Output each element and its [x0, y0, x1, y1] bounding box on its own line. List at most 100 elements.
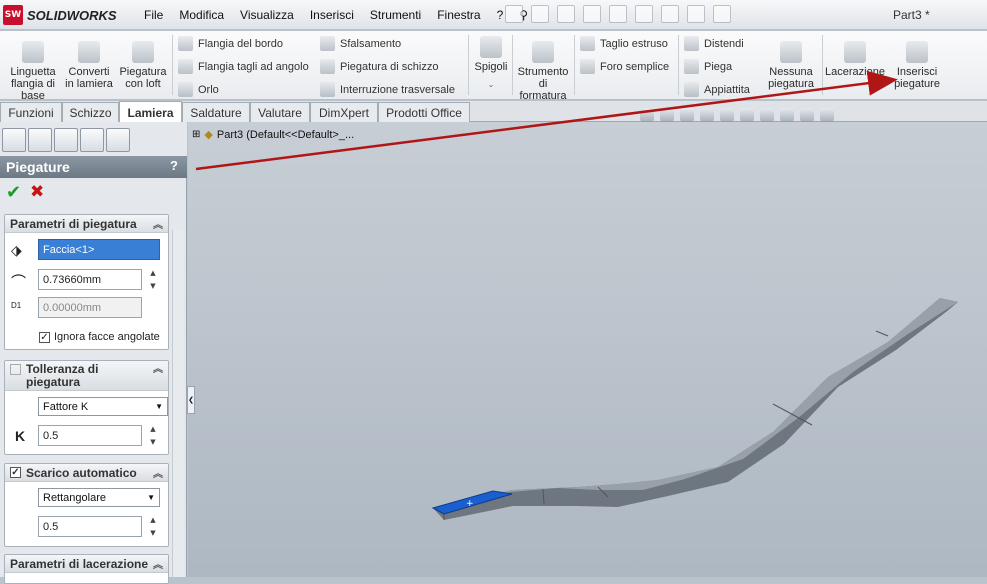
spigoli-dropdown-icon[interactable]: ⌄ [472, 79, 510, 91]
collapse-icon[interactable]: ︽ [153, 465, 163, 480]
distendi-button[interactable]: Distendi [684, 36, 744, 51]
tab-dimxpert[interactable]: DimXpert [310, 102, 378, 122]
configuration-manager-tab-icon[interactable] [54, 128, 78, 152]
relief-type-select[interactable]: Rettangolare ▼ [38, 488, 160, 507]
tab-prodotti-office[interactable]: Prodotti Office [378, 102, 470, 122]
flangia-bordo-button[interactable]: Flangia del bordo [178, 36, 283, 51]
panel-scrollbar[interactable] [172, 230, 184, 577]
rip-parameters-group: Parametri di lacerazione ︽ [4, 554, 169, 584]
relief-ratio-spinner[interactable]: ▲ ▼ [147, 516, 159, 537]
print-icon[interactable] [583, 5, 601, 23]
tab-valutare[interactable]: Valutare [250, 102, 310, 122]
nessuna-piegatura-button[interactable]: Nessuna piegatura [762, 41, 820, 90]
orlo-button[interactable]: Orlo [178, 82, 219, 97]
strumento-formatura-button[interactable]: Strumento di formatura [515, 41, 571, 102]
section-view-icon[interactable] [700, 108, 714, 122]
save-icon[interactable] [557, 5, 575, 23]
edge-flange-icon [178, 36, 193, 51]
cancel-icon[interactable]: ✖ [30, 182, 44, 202]
foro-semplice-button[interactable]: Foro semplice [580, 59, 669, 74]
title-bar: SW SOLIDWORKS File Modifica Visualizza I… [0, 0, 987, 30]
property-manager-tab-icon[interactable] [28, 128, 52, 152]
lofted-bend-icon [132, 41, 154, 63]
view-orientation-icon[interactable] [720, 108, 734, 122]
appiattita-button[interactable]: Appiattita [684, 82, 750, 97]
auto-relief-checkbox[interactable]: ✓ [10, 467, 21, 478]
ignore-beveled-faces-checkbox[interactable]: ✓ [39, 332, 50, 343]
collapse-icon[interactable]: ︽ [153, 216, 163, 231]
part-model[interactable]: + [188, 122, 987, 577]
view-settings-icon[interactable] [820, 108, 834, 122]
bend-radius-spinner[interactable]: ▲ ▼ [147, 269, 159, 290]
collapse-icon[interactable]: ︽ [153, 363, 163, 376]
panel-collapse-handle[interactable]: ❮ [187, 386, 195, 414]
fold-icon [684, 59, 699, 74]
previous-view-icon[interactable] [680, 108, 694, 122]
undo-icon[interactable] [609, 5, 627, 23]
taglio-estruso-button[interactable]: Taglio estruso [580, 36, 668, 51]
help-icon[interactable]: ? [170, 158, 178, 173]
piegatura-loft-button[interactable]: Piegatura con loft [116, 41, 170, 90]
feature-manager-tab-icon[interactable] [2, 128, 26, 152]
converti-lamiera-button[interactable]: Converti in lamiera [64, 41, 114, 90]
panel-title: Piegature [6, 159, 70, 175]
property-manager: Piegature ? ✔ ✖ Parametri di piegatura ︽ … [0, 122, 187, 584]
k-factor-field[interactable]: 0.5 [38, 425, 142, 446]
forming-tool-icon [532, 41, 554, 63]
expand-icon[interactable]: ⊞ [192, 129, 200, 140]
open-folder-icon[interactable] [531, 5, 549, 23]
feature-tree-flyout[interactable]: ⊞ ◆ Part3 (Default<<Default>_... [192, 128, 354, 142]
bend-allowance-header[interactable]: Tolleranza di piegatura ︽ [5, 361, 168, 391]
bend-allowance-checkbox[interactable] [10, 364, 21, 375]
display-style-icon[interactable] [740, 108, 754, 122]
panel-header: Piegature ? [0, 156, 187, 178]
menu-finestra[interactable]: Finestra [429, 8, 488, 22]
bend-allowance-group: Tolleranza di piegatura ︽ Fattore K ▼ K 0… [4, 360, 169, 455]
rip-parameters-header[interactable]: Parametri di lacerazione ︽ [5, 555, 168, 573]
app-logo[interactable]: SW SOLIDWORKS [3, 4, 123, 26]
tab-saldature[interactable]: Saldature [182, 102, 250, 122]
fixed-face-field[interactable]: Faccia<1> [38, 239, 160, 260]
menu-strumenti[interactable]: Strumenti [362, 8, 429, 22]
k-factor-spinner[interactable]: ▲ ▼ [147, 425, 159, 446]
zoom-to-fit-icon[interactable] [640, 108, 654, 122]
piegatura-schizzo-button[interactable]: Piegatura di schizzo [320, 59, 438, 74]
hide-show-items-icon[interactable] [760, 108, 774, 122]
bend-radius-field[interactable]: 0.73660mm [38, 269, 142, 290]
cross-break-icon [320, 82, 335, 97]
options-icon[interactable] [713, 5, 731, 23]
apply-scene-icon[interactable] [800, 108, 814, 122]
menu-inserisci[interactable]: Inserisci [302, 8, 362, 22]
auto-relief-header[interactable]: ✓ Scarico automatico ︽ [5, 464, 168, 482]
tab-schizzo[interactable]: Schizzo [62, 102, 119, 122]
menu-file[interactable]: File [136, 8, 171, 22]
tab-funzioni[interactable]: Funzioni [0, 102, 62, 122]
menu-bar: File Modifica Visualizza Inserisci Strum… [136, 8, 536, 22]
display-manager-tab-icon[interactable] [106, 128, 130, 152]
file-properties-icon[interactable] [687, 5, 705, 23]
inserisci-piegature-button[interactable]: Inserisci piegature [888, 41, 946, 90]
ok-icon[interactable]: ✔ [6, 182, 21, 203]
zoom-area-icon[interactable] [660, 108, 674, 122]
bend-parameters-header[interactable]: Parametri di piegatura ︽ [5, 215, 168, 233]
menu-visualizza[interactable]: Visualizza [232, 8, 302, 22]
spigoli-button[interactable]: Spigoli ⌄ [472, 36, 510, 91]
graphics-area[interactable]: + [188, 122, 987, 577]
lacerazione-button[interactable]: Lacerazione [824, 41, 886, 78]
quick-access-toolbar [505, 5, 731, 23]
dimxpert-manager-tab-icon[interactable] [80, 128, 104, 152]
tab-lamiera[interactable]: Lamiera [119, 101, 182, 123]
flangia-tagli-button[interactable]: Flangia tagli ad angolo [178, 59, 309, 74]
relief-ratio-field[interactable]: 0.5 [38, 516, 142, 537]
piega-button[interactable]: Piega [684, 59, 732, 74]
sfalsamento-button[interactable]: Sfalsamento [320, 36, 401, 51]
edit-appearance-icon[interactable] [780, 108, 794, 122]
linguetta-flangia-button[interactable]: Linguetta flangia di base [4, 41, 62, 102]
collapse-icon[interactable]: ︽ [153, 556, 163, 571]
interruzione-button[interactable]: Interruzione trasversale [320, 82, 455, 97]
select-cursor-icon[interactable] [635, 5, 653, 23]
bend-allowance-type-select[interactable]: Fattore K ▼ [38, 397, 168, 416]
menu-modifica[interactable]: Modifica [171, 8, 232, 22]
new-document-icon[interactable] [505, 5, 523, 23]
rebuild-icon[interactable] [661, 5, 679, 23]
